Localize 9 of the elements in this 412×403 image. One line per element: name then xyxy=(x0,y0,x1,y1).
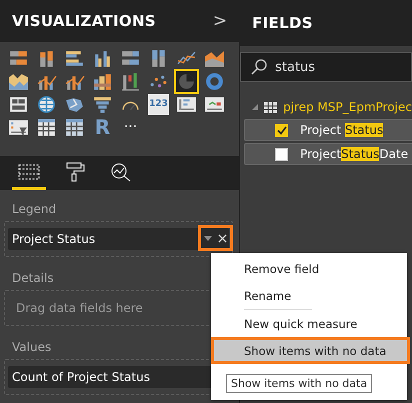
tooltip: Show items with no data xyxy=(226,374,372,393)
well-label: Values xyxy=(11,339,52,356)
well-label: Legend xyxy=(11,201,58,218)
panel-title: FIELDS xyxy=(252,14,313,32)
field-name: Project Status xyxy=(12,232,96,246)
field-name: Count of Project Status xyxy=(12,370,150,384)
well-label: Details xyxy=(11,270,55,287)
drop-placeholder: Drag data fields here xyxy=(15,301,143,315)
panel-title: VISUALIZATIONS xyxy=(12,12,156,30)
